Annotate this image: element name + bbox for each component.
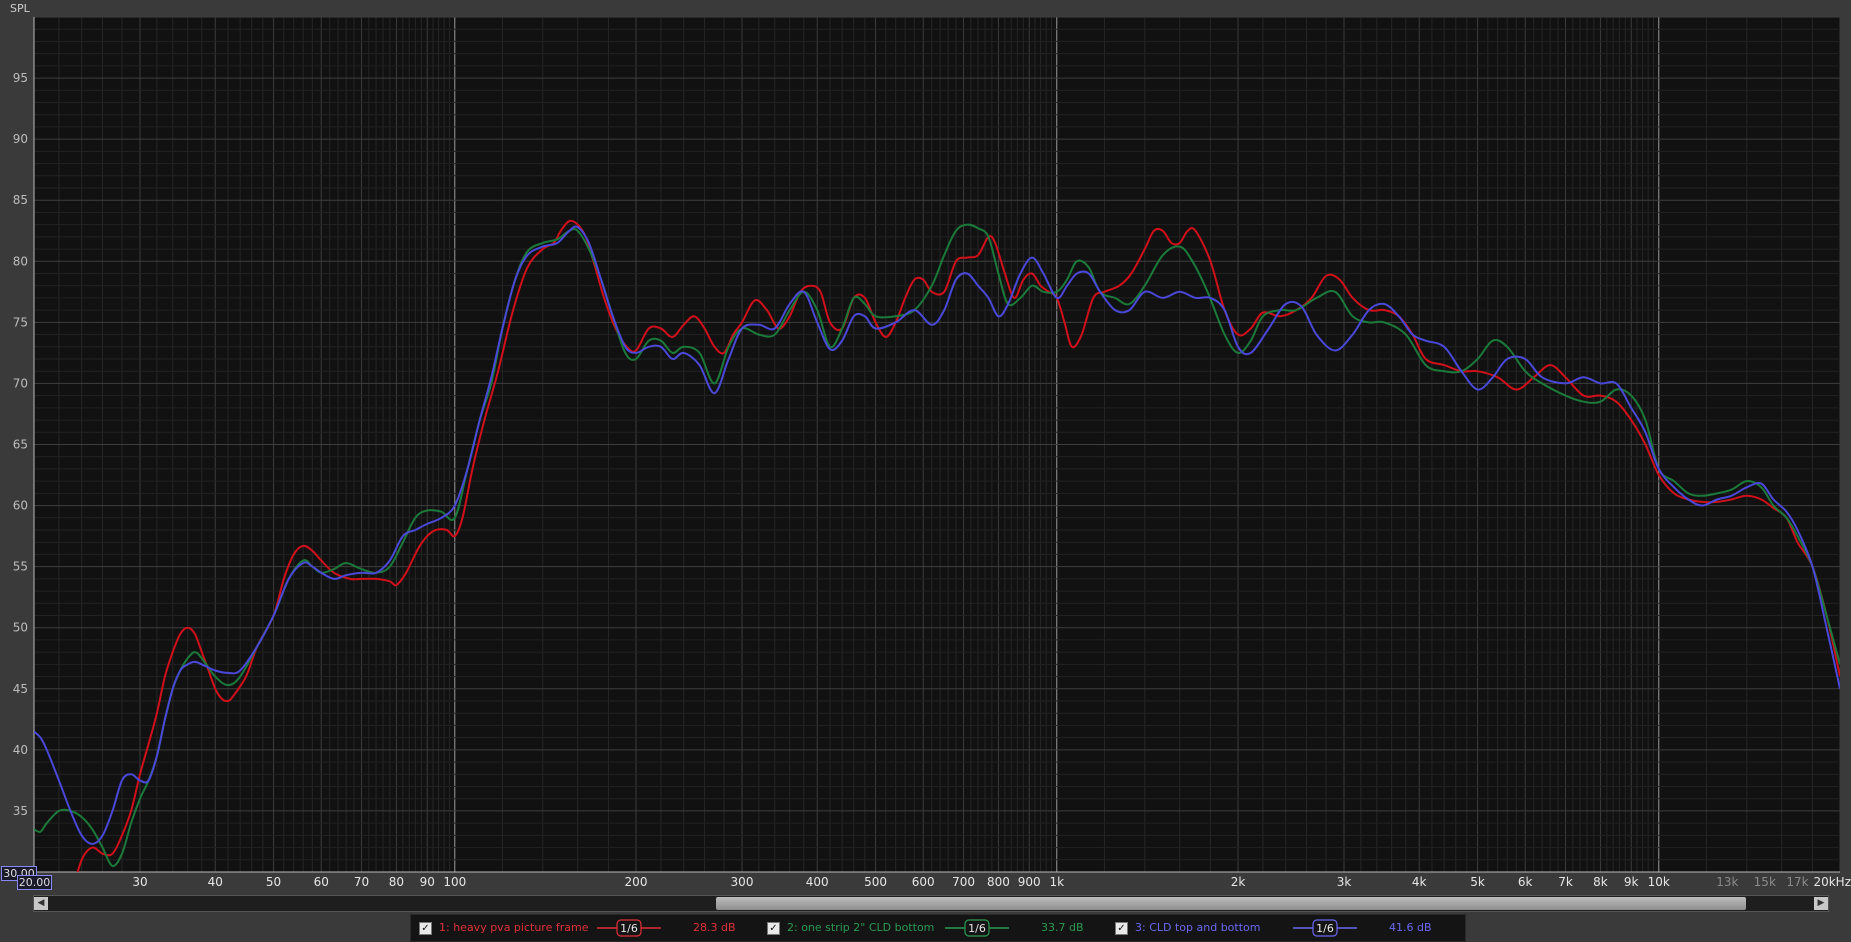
scroll-thumb[interactable]: [716, 897, 1746, 910]
horizontal-scrollbar[interactable]: ◀ ▶: [33, 895, 1829, 912]
x-tick-label: 900: [1018, 875, 1041, 889]
x-tick-label: 90: [420, 875, 435, 889]
smoothing-badge-2[interactable]: 1/6: [945, 917, 1009, 939]
y-tick-label: 60: [13, 499, 28, 513]
legend-checkbox-2[interactable]: ✓: [767, 922, 780, 935]
legend-name-3: 3: CLD top and bottom: [1135, 921, 1261, 934]
x-tick-label: 1k: [1049, 875, 1064, 889]
y-tick-label: 80: [13, 254, 28, 268]
y-tick-label: 95: [13, 71, 28, 85]
legend-entry-2: ✓ 2: one strip 2" CLD bottom 1/6 33.7 dB: [763, 915, 1111, 941]
x-tick-label: 13k: [1716, 875, 1738, 889]
x-tick-label: 17k: [1786, 875, 1808, 889]
x-tick-label: 8k: [1593, 875, 1608, 889]
x-axis-min-field[interactable]: 20.00: [17, 875, 52, 890]
legend-level-1: 28.3 dB: [693, 921, 736, 934]
y-tick-label: 65: [13, 438, 28, 452]
x-tick-label: 400: [806, 875, 829, 889]
x-tick-label: 80: [389, 875, 404, 889]
y-tick-label: 70: [13, 376, 28, 390]
scroll-left-arrow-icon[interactable]: ◀: [34, 897, 48, 910]
x-tick-label: 5k: [1470, 875, 1485, 889]
y-tick-label: 45: [13, 682, 28, 696]
x-tick-label: 2k: [1231, 875, 1246, 889]
legend-checkbox-3[interactable]: ✓: [1115, 922, 1128, 935]
x-tick-label: 50: [266, 875, 281, 889]
legend-name-1: 1: heavy pva picture frame: [439, 921, 589, 934]
x-tick-label: 9k: [1624, 875, 1639, 889]
y-tick-label: 75: [13, 315, 28, 329]
x-tick-label: 70: [354, 875, 369, 889]
x-tick-label: 700: [952, 875, 975, 889]
spl-chart[interactable]: 35 40 45 50 55 60 65 70 75 80 85 90 95 30 40 50 60 70 80 90…: [0, 0, 1851, 942]
y-tick-label: 55: [13, 560, 28, 574]
smoothing-label: 1/6: [620, 922, 638, 935]
rew-spl-window: SPL 35 40 45 50 55 60 65 70 75 80 85 90 95 30 40 50 60 70…: [0, 0, 1851, 942]
legend-checkbox-1[interactable]: ✓: [419, 922, 432, 935]
x-tick-label: 3k: [1337, 875, 1352, 889]
legend-entry-3: ✓ 3: CLD top and bottom 1/6 41.6 dB: [1111, 915, 1459, 941]
x-tick-label: 15k: [1754, 875, 1776, 889]
x-tick-label: 800: [987, 875, 1010, 889]
x-tick-label: 200: [625, 875, 648, 889]
smoothing-label: 1/6: [1316, 922, 1334, 935]
x-tick-label: 4k: [1412, 875, 1427, 889]
legend-entry-1: ✓ 1: heavy pva picture frame 1/6 28.3 dB: [415, 915, 763, 941]
x-tick-label: 30: [132, 875, 147, 889]
scroll-right-arrow-icon[interactable]: ▶: [1814, 897, 1828, 910]
x-tick-label: 300: [731, 875, 754, 889]
x-tick-label: 40: [208, 875, 223, 889]
x-tick-label: 100: [443, 875, 466, 889]
y-tick-label: 50: [13, 621, 28, 635]
x-tick-label: 10k: [1648, 875, 1670, 889]
smoothing-badge-1[interactable]: 1/6: [597, 917, 661, 939]
y-tick-label: 85: [13, 193, 28, 207]
x-tick-label: 20kHz: [1813, 875, 1851, 889]
legend-bar: ✓ 1: heavy pva picture frame 1/6 28.3 dB…: [410, 914, 1466, 942]
x-tick-label: 60: [314, 875, 329, 889]
smoothing-label: 1/6: [968, 922, 986, 935]
x-tick-label: 500: [864, 875, 887, 889]
x-tick-label: 7k: [1558, 875, 1573, 889]
y-tick-label: 35: [13, 804, 28, 818]
smoothing-badge-3[interactable]: 1/6: [1293, 917, 1357, 939]
legend-level-3: 41.6 dB: [1389, 921, 1432, 934]
y-tick-label: 40: [13, 743, 28, 757]
legend-name-2: 2: one strip 2" CLD bottom: [787, 921, 935, 934]
y-tick-label: 90: [13, 132, 28, 146]
legend-level-2: 33.7 dB: [1041, 921, 1084, 934]
x-tick-label: 600: [912, 875, 935, 889]
x-tick-label: 6k: [1518, 875, 1533, 889]
